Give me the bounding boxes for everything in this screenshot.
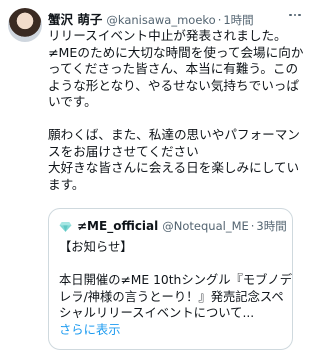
tweet-header: 蟹沢 萌子 @kanisawa_moeko · 1時間 xyxy=(48,9,287,27)
quoted-tweet[interactable]: ≠ME_official @Notequal_ME · 3時間 【お知らせ】 本… xyxy=(48,208,293,350)
quoted-text-line: シャルリリースイベントについて... xyxy=(59,306,255,320)
tweet-text-line: ってくださった皆さん、本当に有難う。この xyxy=(48,61,299,76)
show-more-link[interactable]: さらに表示 xyxy=(59,322,289,339)
diamond-icon xyxy=(59,221,72,232)
more-options-icon[interactable] xyxy=(287,7,303,23)
timestamp[interactable]: 1時間 xyxy=(223,12,253,27)
separator: · xyxy=(217,13,222,27)
quoted-tweet-text: 【お知らせ】 本日開催の≠ME 10thシングル『モブノデ レラ/神様の言うとー… xyxy=(59,239,293,339)
quoted-text-line: 本日開催の≠ME 10thシングル『モブノデ xyxy=(59,273,293,287)
tweet-text-line: ≠MEのために大切な時間を使って会場に向か xyxy=(48,44,304,60)
tweet-text-line: 大好きな皆さんに会える日を楽しみにしてい xyxy=(48,160,300,175)
quoted-user-handle[interactable]: @Notequal_ME xyxy=(162,219,249,233)
user-handle[interactable]: @kanisawa_moeko xyxy=(106,13,215,27)
avatar[interactable] xyxy=(8,8,42,42)
tweet-text-line: ような形となり、やるせない気持ちでいっぱ xyxy=(48,77,299,93)
quoted-text-line: レラ/神様の言うとーり！』発売記念スペ xyxy=(59,289,284,304)
quoted-text-line: 【お知らせ】 xyxy=(59,240,133,254)
tweet-text-line: リリースイベント中止が発表されました。 xyxy=(48,28,287,43)
quoted-tweet-header: ≠ME_official @Notequal_ME · 3時間 xyxy=(59,218,286,234)
quoted-display-name[interactable]: ≠ME_official xyxy=(77,219,158,233)
quoted-timestamp[interactable]: 3時間 xyxy=(256,218,286,234)
tweet-text-line: スをお届けさせてください xyxy=(48,143,199,159)
tweet-text-line: いです。 xyxy=(48,94,97,109)
display-name[interactable]: 蟹沢 萌子 xyxy=(48,9,102,27)
tweet-text: リリースイベント中止が発表されました。 ≠MEのために大切な時間を使って会場に向… xyxy=(48,28,304,193)
separator: · xyxy=(250,219,255,233)
tweet-text-line: 願わくば、また、私達の思いやパフォーマン xyxy=(48,127,300,142)
tweet-text-line: ます。 xyxy=(48,176,85,192)
